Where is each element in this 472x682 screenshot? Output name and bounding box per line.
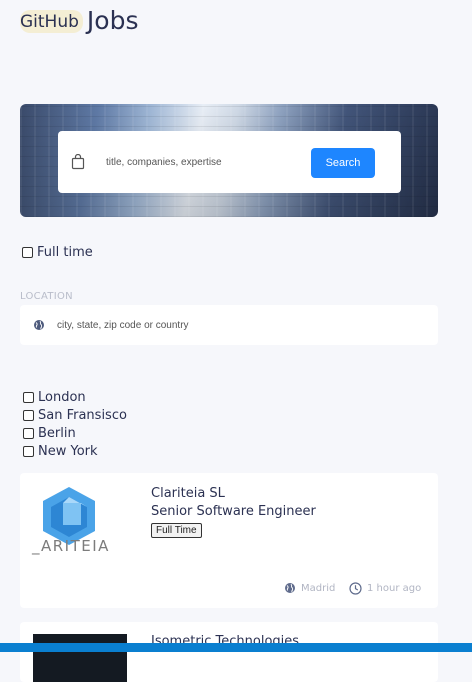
job-posted-time: 1 hour ago bbox=[349, 582, 421, 595]
company-logo-text: _ARITEIA bbox=[32, 537, 110, 555]
job-type-badge: Full Time bbox=[151, 523, 202, 538]
taskbar bbox=[0, 643, 472, 652]
logo-jobs-text: Jobs bbox=[86, 6, 139, 35]
london-checkbox[interactable] bbox=[23, 392, 34, 403]
full-time-filter[interactable]: Full time bbox=[22, 245, 93, 260]
location-option-berlin[interactable]: Berlin bbox=[23, 426, 76, 441]
location-option-london[interactable]: London bbox=[23, 390, 86, 405]
location-option-new-york[interactable]: New York bbox=[23, 444, 98, 459]
location-option-label: New York bbox=[38, 444, 98, 459]
search-box: Search bbox=[58, 131, 401, 193]
search-button[interactable]: Search bbox=[311, 148, 375, 178]
location-label: LOCATION bbox=[20, 291, 73, 302]
job-card[interactable]: _ARITEIA Clariteia SL Senior Software En… bbox=[20, 473, 438, 608]
search-hero: Search bbox=[20, 104, 438, 217]
location-option-label: London bbox=[38, 390, 86, 405]
location-input[interactable] bbox=[57, 317, 357, 333]
app-logo: GitHub Jobs bbox=[20, 6, 138, 36]
job-card[interactable]: Isometric Technologies bbox=[20, 622, 438, 682]
clock-icon bbox=[349, 582, 362, 595]
job-location: Madrid bbox=[284, 582, 335, 594]
job-posted-text: 1 hour ago bbox=[367, 583, 422, 594]
san-fransisco-checkbox[interactable] bbox=[23, 410, 34, 421]
location-option-label: San Fransisco bbox=[38, 408, 127, 423]
briefcase-icon bbox=[71, 154, 85, 170]
job-location-text: Madrid bbox=[301, 582, 336, 594]
berlin-checkbox[interactable] bbox=[23, 428, 34, 439]
new-york-checkbox[interactable] bbox=[23, 446, 34, 457]
job-search-input[interactable] bbox=[106, 153, 306, 171]
globe-icon bbox=[34, 320, 44, 330]
location-option-label: Berlin bbox=[38, 426, 76, 441]
location-option-san-fransisco[interactable]: San Fransisco bbox=[23, 408, 127, 423]
logo-github-text: GitHub bbox=[20, 10, 83, 33]
company-name: Clariteia SL bbox=[151, 486, 225, 501]
full-time-checkbox[interactable] bbox=[22, 247, 33, 258]
full-time-label: Full time bbox=[37, 245, 93, 260]
company-logo bbox=[33, 634, 127, 682]
job-title[interactable]: Senior Software Engineer bbox=[151, 504, 316, 519]
location-box bbox=[20, 305, 438, 345]
globe-icon bbox=[285, 583, 295, 593]
